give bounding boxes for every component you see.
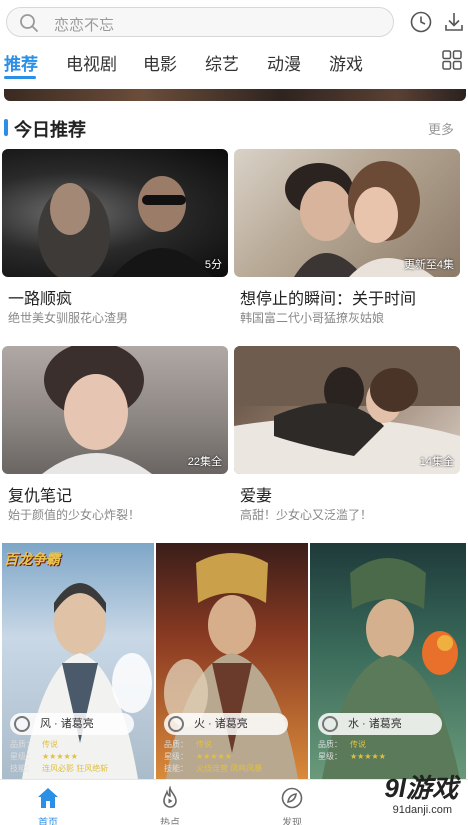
hero-skills: 技能： 火烧连营 凤鸣风暴 [164, 764, 263, 773]
video-subtitle: 绝世美女驯服花心渣男 [8, 311, 129, 325]
tab-movies[interactable]: 电影 [143, 50, 177, 75]
tab-games[interactable]: 游戏 [329, 50, 363, 75]
section-title: 今日推荐 [14, 120, 86, 140]
game-logo: 百龙争霸 [4, 551, 60, 567]
hero-panel-water[interactable]: 水 · 诸葛亮 品质： 传说 星级： ★★★★★ [310, 543, 466, 779]
hero-stars: 星级： ★★★★★ [10, 752, 78, 761]
hero-panel-wind[interactable]: 百龙争霸 风 · 诸葛亮 品质： 传说 星级： ★★★★★ 技能： 连风必影 狂风绝斩 [2, 543, 154, 779]
active-tab-indicator [4, 76, 36, 79]
download-icon[interactable] [442, 10, 466, 34]
video-card[interactable]: 22集全 复仇笔记 始于颜值的少女心炸裂！ [2, 346, 228, 538]
rating-badge: 5分 [204, 259, 222, 271]
watermark-url: 91danji.com [392, 804, 452, 816]
home-icon [36, 786, 60, 815]
more-link[interactable]: 更多 [428, 119, 454, 138]
video-title: 一路顺疯 [8, 291, 73, 308]
search-input[interactable]: 恋恋不忘 [6, 7, 394, 37]
video-subtitle: 始于颜值的少女心炸裂！ [8, 508, 141, 522]
game-ad-banner[interactable]: 百龙争霸 风 · 诸葛亮 品质： 传说 星级： ★★★★★ 技能： 连风必影 狂风绝斩… [2, 543, 466, 779]
tab-tv-series[interactable]: 电视剧 [66, 50, 117, 75]
hero-name-tag: 水 · 诸葛亮 [318, 713, 442, 735]
nav-discover-label: 发现 [282, 818, 302, 825]
compass-icon [280, 786, 304, 815]
video-subtitle: 韩国富二代小哥猛撩灰姑娘 [240, 311, 385, 325]
episode-badge: 更新至4集 [403, 259, 454, 271]
tab-recommend[interactable]: 推荐 [4, 50, 38, 75]
top-banner-edge[interactable] [4, 89, 466, 101]
video-subtitle: 高甜！少女心又泛滥了！ [240, 508, 373, 522]
hero-stars: 星级： ★★★★★ [318, 752, 386, 761]
nav-hot[interactable]: 热点 [130, 780, 210, 825]
video-thumbnail[interactable]: 22集全 [2, 346, 228, 474]
hero-skills: 技能： 连风必影 狂风绝斩 [10, 764, 109, 773]
hero-name-tag: 火 · 诸葛亮 [164, 713, 288, 735]
video-title: 爱妻 [240, 488, 273, 505]
nav-discover[interactable]: 发现 [252, 780, 332, 825]
grid-menu-icon[interactable] [442, 50, 462, 75]
video-title: 想停止的瞬间：关于时间 [240, 291, 417, 308]
video-thumbnail[interactable]: 更新至4集 [234, 149, 460, 277]
video-title: 复仇笔记 [8, 488, 73, 505]
video-card[interactable]: 更新至4集 想停止的瞬间：关于时间 韩国富二代小哥猛撩灰姑娘 [234, 149, 460, 341]
hero-quality: 品质： 传说 [10, 740, 58, 749]
hero-quality: 品质： 传说 [164, 740, 212, 749]
hero-name-tag: 风 · 诸葛亮 [10, 713, 134, 735]
video-thumbnail[interactable]: 5分 [2, 149, 228, 277]
hero-stars: 星级： ★★★★★ [164, 752, 232, 761]
search-header: 恋恋不忘 [0, 0, 468, 44]
category-tabs: 推荐 电视剧 电影 综艺 动漫 游戏 [0, 44, 468, 80]
watermark-brand: 9l游戏 [384, 773, 458, 803]
nav-home-label: 首页 [38, 818, 58, 825]
episode-badge: 22集全 [187, 456, 222, 468]
episode-badge: 14集全 [419, 456, 454, 468]
search-placeholder: 恋恋不忘 [54, 17, 115, 34]
hero-panel-fire[interactable]: 火 · 诸葛亮 品质： 传说 星级： ★★★★★ 技能： 火烧连营 凤鸣风暴 [156, 543, 308, 779]
tab-anime[interactable]: 动漫 [267, 50, 301, 75]
history-clock-icon[interactable] [409, 10, 433, 34]
video-card[interactable]: 5分 一路顺疯 绝世美女驯服花心渣男 [2, 149, 228, 341]
site-watermark: 9l游戏 91danji.com [326, 766, 466, 824]
nav-hot-label: 热点 [160, 818, 180, 825]
video-card[interactable]: 14集全 爱妻 高甜！少女心又泛滥了！ [234, 346, 460, 538]
hero-quality: 品质： 传说 [318, 740, 366, 749]
search-icon [19, 13, 39, 38]
tab-variety[interactable]: 综艺 [205, 50, 239, 75]
nav-home[interactable]: 首页 [8, 780, 88, 825]
video-thumbnail[interactable]: 14集全 [234, 346, 460, 474]
section-accent-bar [4, 119, 8, 136]
flame-icon [158, 784, 182, 815]
